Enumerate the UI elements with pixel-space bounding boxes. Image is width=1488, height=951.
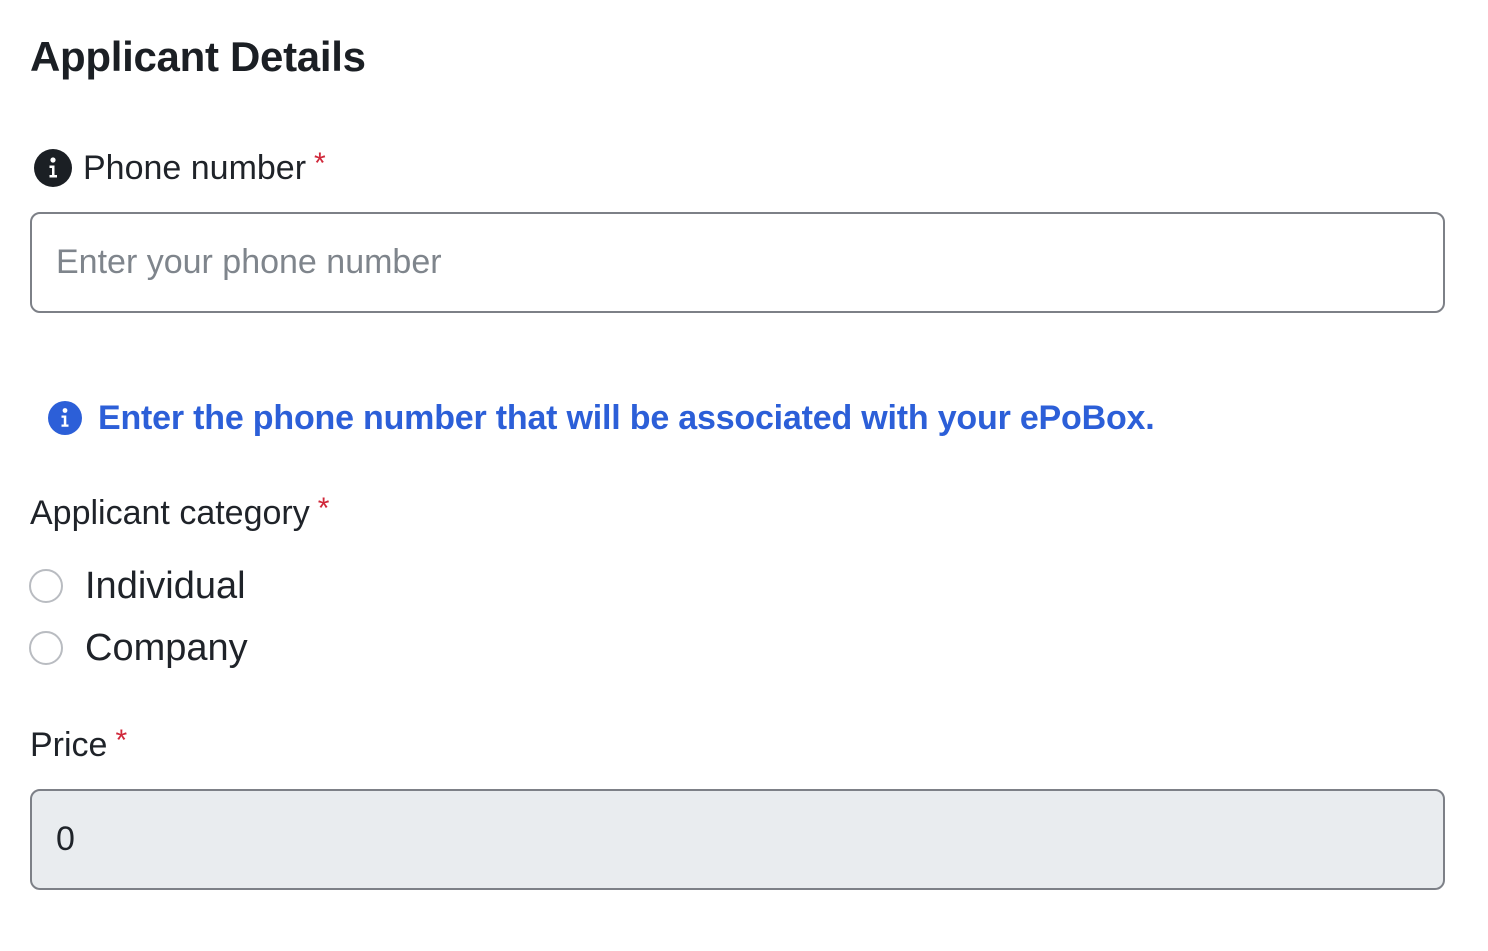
phone-number-label-text: Phone number bbox=[83, 149, 307, 187]
page-title: Applicant Details bbox=[30, 33, 366, 80]
phone-number-label: Phone number * bbox=[34, 146, 326, 190]
price-label-text: Price bbox=[30, 726, 108, 764]
info-icon bbox=[48, 401, 82, 435]
applicant-category-label-text: Applicant category bbox=[30, 494, 310, 532]
price-input bbox=[30, 789, 1445, 890]
applicant-category-label: Applicant category * bbox=[30, 491, 329, 535]
phone-hint: Enter the phone number that will be asso… bbox=[48, 396, 1155, 440]
radio-label-individual: Individual bbox=[85, 565, 246, 607]
phone-number-input[interactable] bbox=[30, 212, 1445, 313]
price-label: Price * bbox=[30, 723, 127, 767]
required-marker: * bbox=[317, 492, 330, 525]
radio-option-individual[interactable]: Individual bbox=[29, 562, 246, 610]
required-marker: * bbox=[314, 147, 326, 180]
phone-hint-text: Enter the phone number that will be asso… bbox=[98, 399, 1155, 437]
info-icon[interactable] bbox=[34, 149, 72, 187]
radio-button-individual[interactable] bbox=[29, 569, 63, 603]
radio-label-company: Company bbox=[85, 627, 248, 669]
radio-option-company[interactable]: Company bbox=[29, 624, 248, 672]
required-marker: * bbox=[115, 724, 128, 757]
radio-button-company[interactable] bbox=[29, 631, 63, 665]
